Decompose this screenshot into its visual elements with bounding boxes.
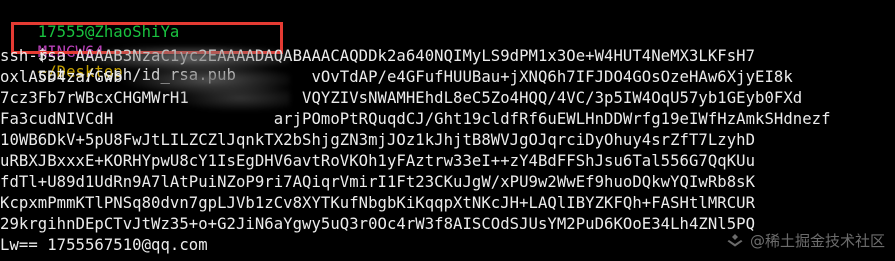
output-line: KcpxmPmmKTlPNSq80dvn7gpLJVb1zCv8XYTKufNb… — [0, 194, 756, 212]
output-line: 7cz3Fb7rWBcxCHGMWrH1 VQYZIVsNWAMHEhdL8eC… — [0, 89, 803, 107]
output-line: Fa3cudNIVCdH arjPOmoPtRQuqdCJ/Ght19cldfR… — [0, 110, 831, 128]
output-line: uRBXJBxxxE+KORHYpwU8cY1IsEgDHV6avtRoVKOh… — [0, 152, 756, 170]
watermark: @稀土掘金技术社区 — [726, 230, 885, 251]
terminal-window[interactable]: 17555@ZhaoShiYa MINGW64 ~/Desktop $ cat … — [0, 0, 895, 261]
output-line: fdTl+U89d1UdRn9A7lAtPuiNZoP9ri7AQiqrVmir… — [0, 173, 756, 191]
output-line: 10WB6DkV+5pU8FwJtLILZCZlJqnkTX2bShjgZN3m… — [0, 131, 756, 149]
juejin-logo-icon — [726, 232, 744, 250]
output-line: oxlA5D4zarGwb vOvTdAP/e4GFufHUUBau+jXNQ6… — [0, 68, 793, 86]
watermark-text: @稀土掘金技术社区 — [749, 232, 885, 250]
output-line: Lw== 1755567510@qq.com — [0, 236, 208, 254]
output-line: ssh-rsa AAAAB3NzaC1yc2EAAAADAQABAAACAQDD… — [0, 47, 756, 65]
shell-prompt: 17555@ZhaoShiYa MINGW64 ~/Desktop — [0, 2, 180, 81]
command-line[interactable]: $ cat ~/.ssh/id_rsa.pub — [0, 25, 236, 84]
output-line: 29krgihnDEpCTvJtWz35+o+G2JiN6aYgwy5uQ3r0… — [0, 215, 756, 233]
